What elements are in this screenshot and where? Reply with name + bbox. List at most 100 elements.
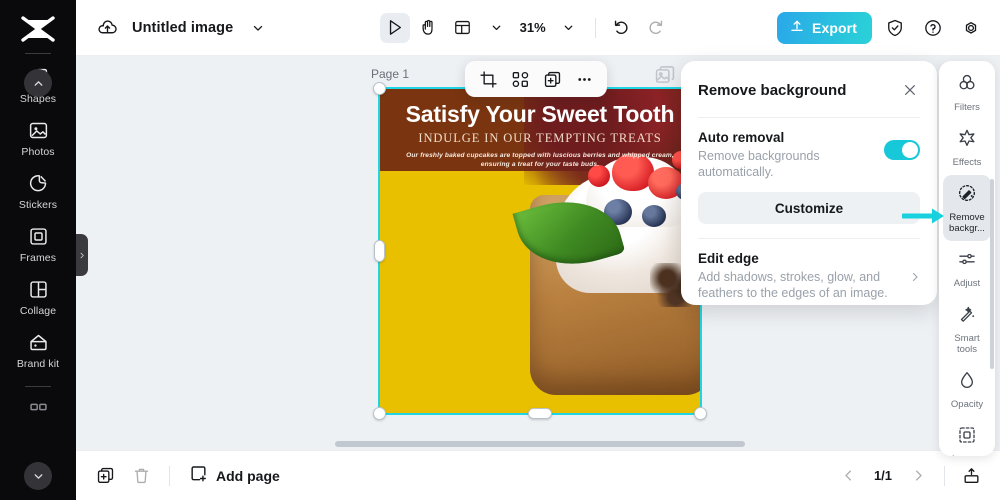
sidebar-label-stickers: Stickers <box>18 199 58 211</box>
sidebar-item-partial[interactable] <box>0 391 76 428</box>
right-label-remove-background: Remove backgr... <box>949 212 985 234</box>
capcut-editor-window: Shapes Photos Stickers Frames Collage Br… <box>0 0 1000 500</box>
zoom-level[interactable]: 31% <box>516 20 550 35</box>
object-context-toolbar <box>465 61 607 97</box>
photo-icon <box>26 118 50 142</box>
artboard-body-text[interactable]: Our freshly baked cupcakes are topped wi… <box>396 151 684 169</box>
canvas-horizontal-scrollbar[interactable] <box>335 441 745 447</box>
collage-icon <box>26 277 50 301</box>
hand-icon[interactable] <box>414 13 444 43</box>
undo-icon[interactable] <box>607 13 637 43</box>
trash-icon <box>126 461 156 491</box>
edit-edge-row[interactable]: Edit edge Add shadows, strokes, glow, an… <box>681 239 937 301</box>
arrow-right-icon <box>900 205 946 232</box>
shield-check-icon[interactable] <box>880 13 910 43</box>
brand-kit-icon <box>26 330 50 354</box>
right-item-adjust[interactable]: Adjust <box>943 241 991 296</box>
document-title[interactable]: Untitled image <box>132 20 233 36</box>
right-label-arrange: Arrange <box>950 454 984 456</box>
prev-page-button <box>833 461 863 491</box>
right-item-arrange[interactable]: Arrange <box>943 417 991 456</box>
top-toolbar: Untitled image 31% Export <box>76 0 1000 56</box>
export-button-label: Export <box>812 19 857 36</box>
question-circle-icon[interactable] <box>918 13 948 43</box>
chevron-right-icon <box>909 270 921 288</box>
bottom-separator-right <box>944 465 945 486</box>
panel-header: Remove background <box>681 61 937 103</box>
customize-button[interactable]: Customize <box>698 192 920 224</box>
sidebar-item-frames[interactable]: Frames <box>0 217 76 270</box>
edit-edge-label: Edit edge <box>698 251 759 266</box>
sidebar-item-collage[interactable]: Collage <box>0 270 76 323</box>
sidebar-label-collage: Collage <box>19 305 57 317</box>
sidebar-collapse-handle[interactable] <box>76 234 88 276</box>
panel-title: Remove background <box>698 81 847 99</box>
right-item-effects[interactable]: Effects <box>943 120 991 175</box>
layout-icon[interactable] <box>448 13 478 43</box>
edit-edge-description: Add shadows, strokes, glow, and feathers… <box>698 270 888 300</box>
sidebar-label-brand-kit: Brand kit <box>16 358 60 370</box>
layout-chevron-down-icon[interactable] <box>482 13 512 43</box>
left-sidebar: Shapes Photos Stickers Frames Collage Br… <box>0 0 76 500</box>
sidebar-item-brand-kit[interactable]: Brand kit <box>0 323 76 376</box>
sidebar-divider-bottom <box>25 386 51 387</box>
right-sidebar: Filters Effects Remove backgr... Adjust … <box>939 61 995 456</box>
more-horizontal-icon[interactable] <box>569 64 599 94</box>
sidebar-scroll-down-button[interactable] <box>24 462 52 490</box>
export-box-icon[interactable] <box>956 461 986 491</box>
sidebar-item-photos[interactable]: Photos <box>0 111 76 164</box>
chevron-down-icon[interactable] <box>243 13 273 43</box>
right-label-smart-tools: Smart tools <box>954 333 980 355</box>
sidebar-label-photos: Photos <box>21 146 55 158</box>
arrange-shapes-icon[interactable] <box>505 64 535 94</box>
export-button[interactable]: Export <box>777 11 872 44</box>
add-page-label: Add page <box>216 467 280 484</box>
sidebar-item-stickers[interactable]: Stickers <box>0 164 76 217</box>
page-label: Page 1 <box>371 67 410 81</box>
filters-icon <box>957 73 977 98</box>
upload-icon <box>789 18 805 37</box>
toolbar-right-group: Export <box>777 11 1000 44</box>
right-sidebar-scrollbar[interactable] <box>990 179 994 369</box>
auto-removal-toggle[interactable] <box>884 140 920 160</box>
zoom-chevron-down-icon[interactable] <box>554 13 584 43</box>
photo-blueberry-2 <box>642 205 666 227</box>
capcut-logo-icon[interactable] <box>16 12 60 46</box>
toolbar-left-group: Untitled image <box>76 13 273 43</box>
auto-removal-section: Auto removal Remove backgrounds automati… <box>681 118 937 180</box>
right-item-smart-tools[interactable]: Smart tools <box>943 296 991 362</box>
cursor-arrow-icon[interactable] <box>379 12 410 43</box>
adjust-sliders-icon <box>957 249 977 274</box>
right-item-filters[interactable]: Filters <box>943 65 991 120</box>
gear-icon[interactable] <box>956 13 986 43</box>
artboard-heading[interactable]: Satisfy Your Sweet Tooth <box>378 101 702 128</box>
auto-removal-description: Remove backgrounds automatically. <box>698 149 820 179</box>
crop-icon[interactable] <box>473 64 503 94</box>
add-page-button[interactable]: Add page <box>183 464 286 488</box>
duplicate-icon[interactable] <box>537 64 567 94</box>
duplicate-image-icon[interactable] <box>654 64 676 86</box>
remove-background-icon <box>957 183 977 208</box>
bottom-right-group: 1/1 <box>833 461 1000 491</box>
bottom-toolbar: Add page 1/1 <box>76 450 1000 500</box>
toolbar-separator <box>594 17 596 38</box>
right-label-opacity: Opacity <box>950 399 984 410</box>
close-icon[interactable] <box>897 77 923 103</box>
sidebar-divider-top <box>25 53 51 54</box>
sidebar-scroll-up-button[interactable] <box>24 69 52 97</box>
arrange-icon <box>957 425 977 450</box>
redo-icon <box>641 13 671 43</box>
cloud-upload-icon[interactable] <box>92 13 122 43</box>
right-item-opacity[interactable]: Opacity <box>943 362 991 417</box>
artboard-subheading[interactable]: INDULGE IN OUR TEMPTING TREATS <box>378 131 702 146</box>
add-page-icon <box>189 464 208 488</box>
right-item-remove-background[interactable]: Remove backgr... <box>943 175 991 241</box>
sidebar-label-frames: Frames <box>19 252 57 264</box>
page-indicator: 1/1 <box>873 468 893 483</box>
artboard[interactable]: Satisfy Your Sweet Tooth INDULGE IN OUR … <box>378 87 702 415</box>
next-page-button <box>903 461 933 491</box>
duplicate-page-icon[interactable] <box>90 461 120 491</box>
frame-icon <box>26 224 50 248</box>
remove-background-panel: Remove background Auto removal Remove ba… <box>681 61 937 305</box>
right-label-effects: Effects <box>952 157 982 168</box>
